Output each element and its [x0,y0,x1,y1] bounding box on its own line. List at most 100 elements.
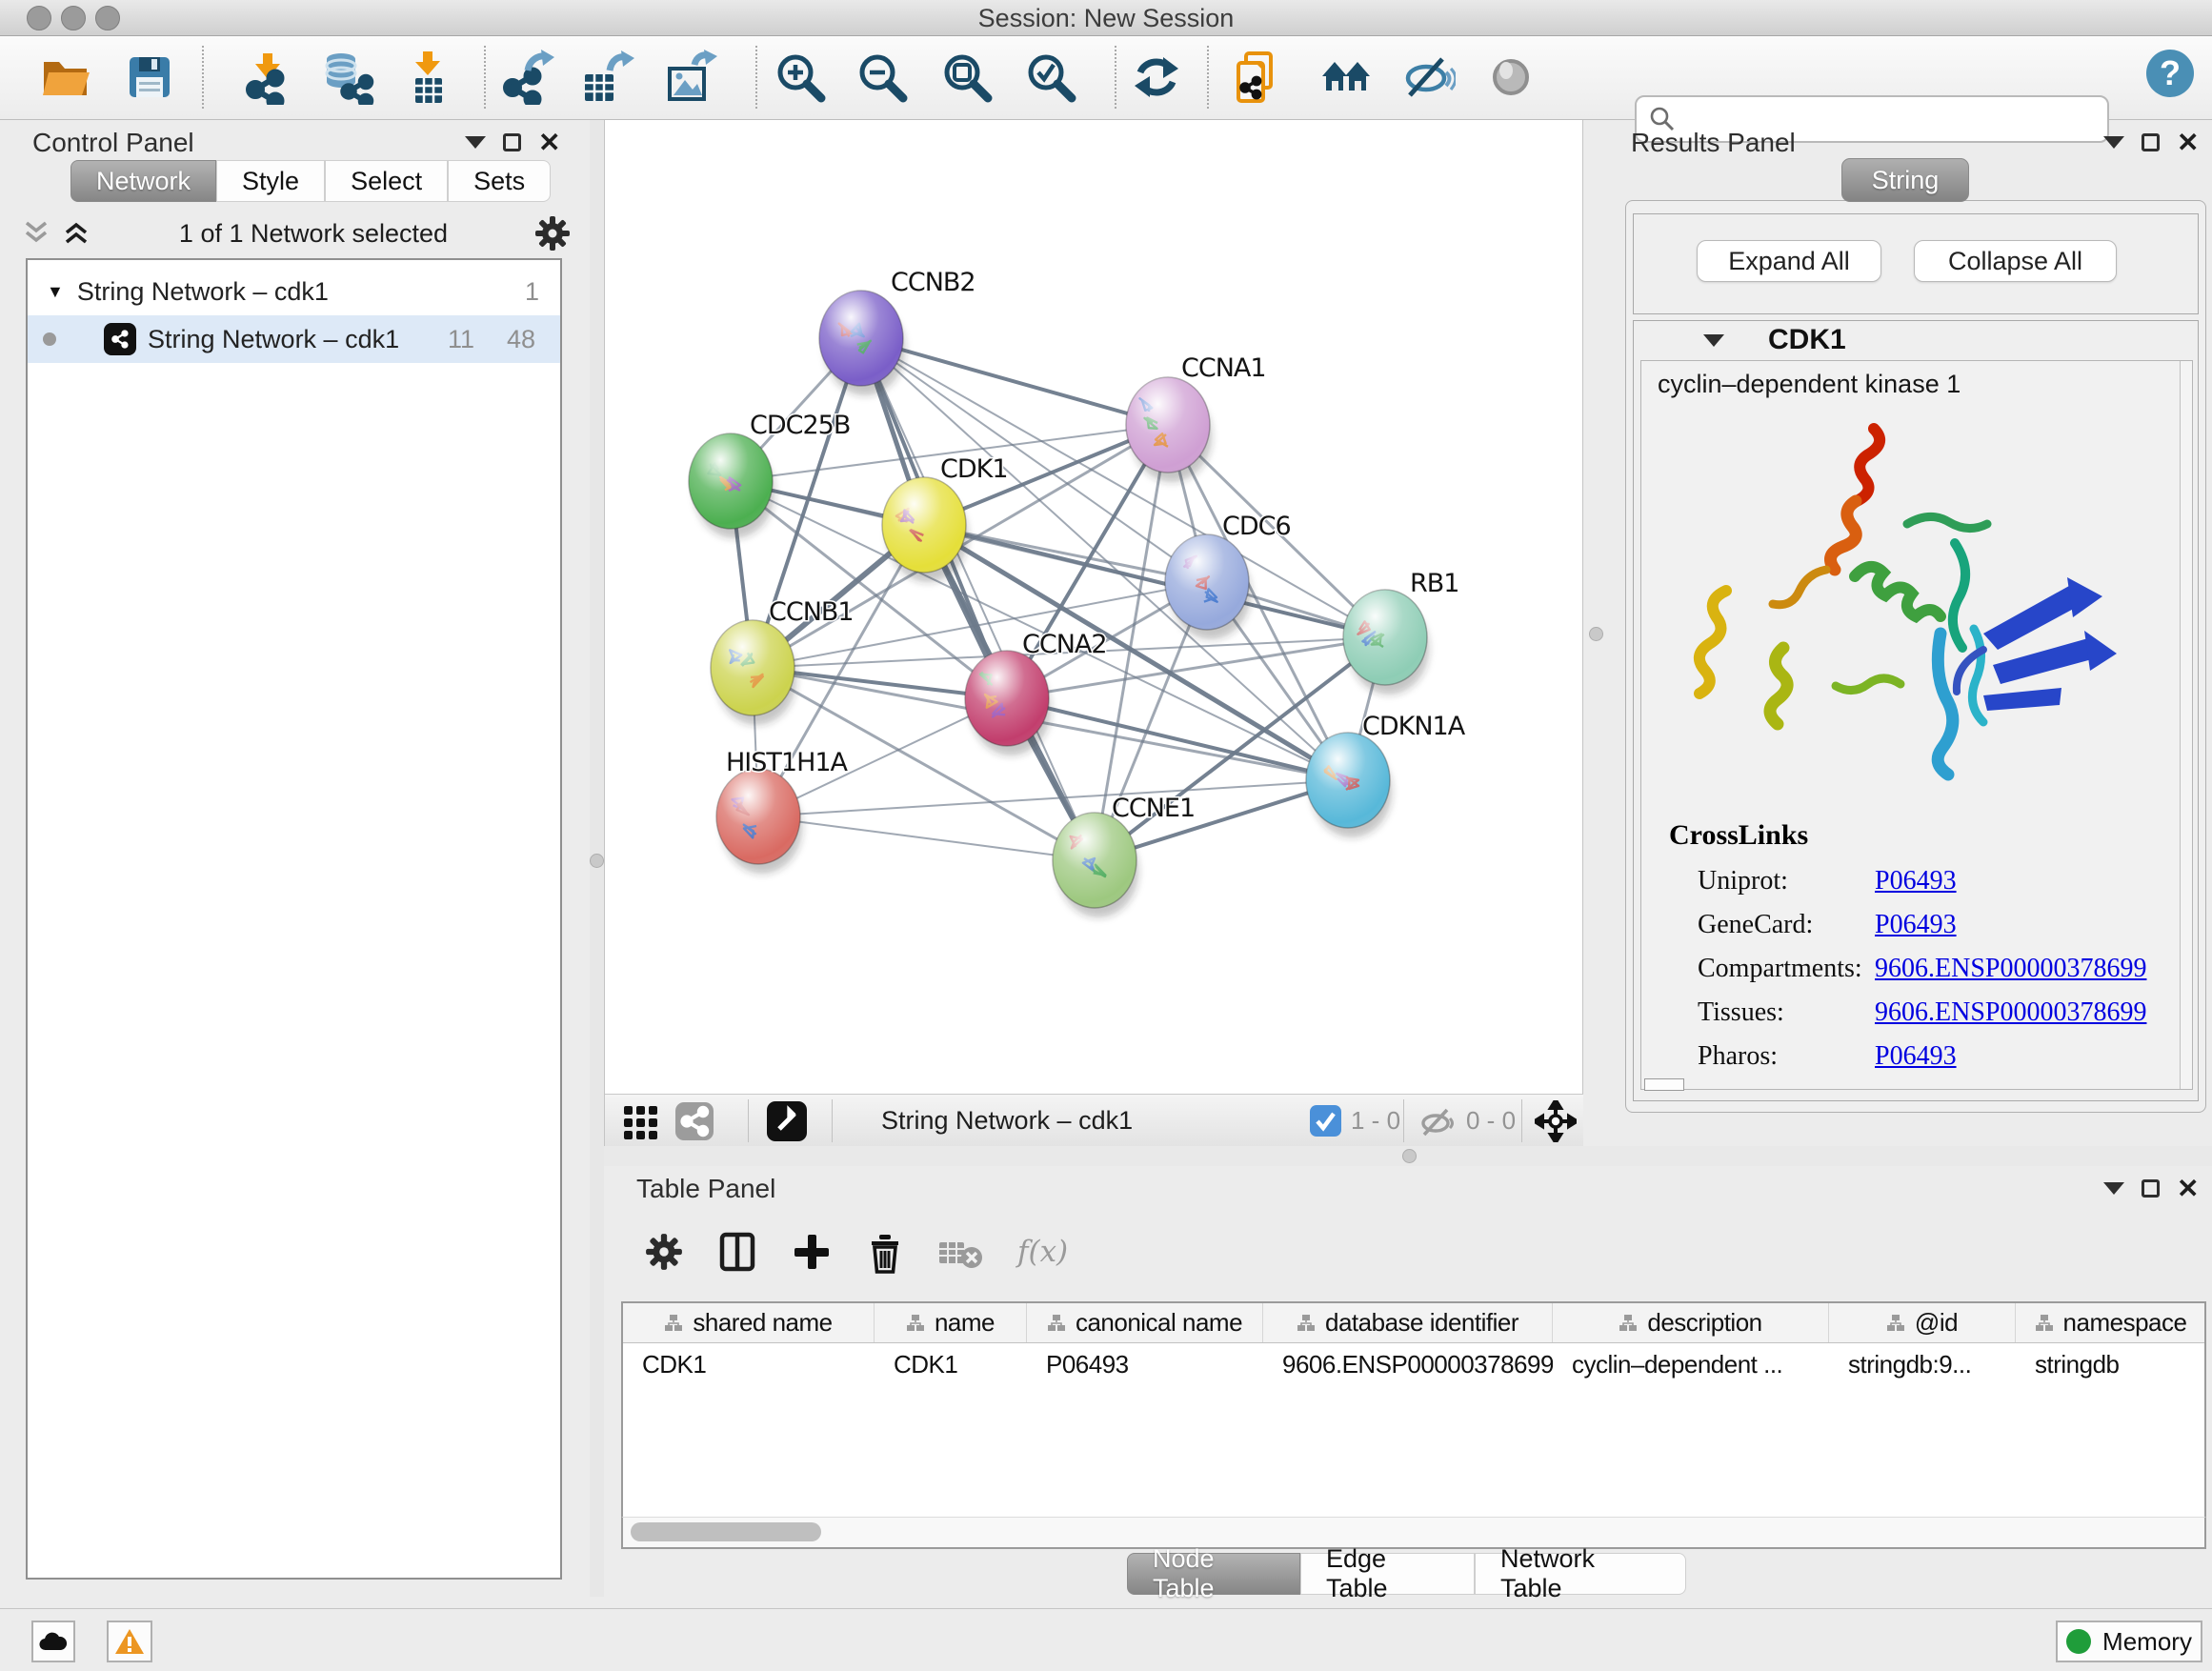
table-cell[interactable]: stringdb [2016,1343,2206,1385]
network-node-CDK1[interactable] [882,477,966,573]
network-node-CCNA1[interactable] [1126,377,1210,473]
right-splitter[interactable] [1583,120,1610,1146]
network-share-icon[interactable] [675,1101,714,1140]
network-view[interactable]: CCNB2CCNA1CDC25BCDK1CDC6RB1CCNB1CCNA2CDK… [604,120,1583,1146]
table-cell[interactable]: P06493 [1027,1343,1263,1385]
table-row[interactable]: CDK1CDK1P064939606.ENSP00000378699cyclin… [623,1343,2204,1385]
network-node-HIST1H1A[interactable] [716,769,800,864]
results-panel-menu-icon[interactable] [2103,136,2124,149]
table-cell[interactable]: cyclin–dependent ... [1553,1343,1829,1385]
table-hscrollbar-thumb[interactable] [631,1522,821,1541]
apply-function-icon[interactable]: f(x) [1017,1235,1068,1269]
table-panel-float-icon[interactable] [2142,1179,2160,1198]
show-columns-icon[interactable] [716,1231,758,1273]
tab-node-table[interactable]: Node Table [1127,1553,1300,1595]
right-splitter-handle[interactable] [1589,627,1603,641]
zoom-selected-icon[interactable] [1023,50,1078,105]
results-panel-close-icon[interactable]: ✕ [2177,133,2199,151]
expand-all-chevron-icon[interactable] [59,217,93,250]
column-header-description[interactable]: description [1553,1303,1829,1342]
network-node-CDC6[interactable] [1165,534,1249,630]
table-cell[interactable]: CDK1 [623,1343,875,1385]
crosslink-link[interactable]: 9606.ENSP00000378699 [1875,997,2146,1028]
column-header-database-identifier[interactable]: database identifier [1263,1303,1553,1342]
delete-column-trash-icon[interactable] [865,1230,905,1274]
grid-view-icon[interactable] [622,1101,660,1140]
create-column-plus-icon[interactable] [791,1231,833,1273]
network-node-CDKN1A[interactable] [1306,733,1390,828]
table-cell[interactable]: CDK1 [875,1343,1027,1385]
export-network-icon[interactable] [499,50,554,105]
crosslink-link[interactable]: 9606.ENSP00000378699 [1875,954,2146,984]
horizontal-splitter[interactable] [604,1146,2212,1166]
detach-view-icon[interactable] [767,1101,807,1140]
crosslink-link[interactable]: P06493 [1875,1041,1957,1072]
control-panel-menu-icon[interactable] [465,136,486,149]
network-collection-row[interactable]: ▼ String Network – cdk1 1 [28,268,560,315]
cloud-button[interactable] [31,1621,75,1662]
network-edge[interactable] [861,338,1095,860]
help-icon[interactable]: ? [2142,46,2198,101]
open-session-icon[interactable] [37,50,92,105]
export-image-icon[interactable] [662,50,717,105]
table-panel-close-icon[interactable]: ✕ [2177,1179,2199,1198]
warning-button[interactable] [107,1621,152,1662]
horizontal-splitter-handle[interactable] [1402,1149,1417,1163]
control-panel-float-icon[interactable] [503,133,521,151]
network-options-gear-icon[interactable] [533,214,572,252]
column-header--id[interactable]: @id [1829,1303,2016,1342]
network-canvas[interactable]: CCNB2CCNA1CDC25BCDK1CDC6RB1CCNB1CCNA2CDK… [605,127,1584,1094]
pan-crosshair-icon[interactable] [1535,1101,1577,1140]
network-edge[interactable] [758,816,1095,860]
crosslink-link[interactable]: P06493 [1875,910,1957,940]
tab-network[interactable]: Network [70,160,216,202]
import-network-file-icon[interactable] [240,50,295,105]
memory-button[interactable]: Memory [2056,1621,2202,1662]
network-edge[interactable] [861,338,1168,425]
delete-table-icon[interactable] [937,1233,985,1271]
crosslink-link[interactable]: P06493 [1875,866,1957,896]
results-mini-scrollbar[interactable] [1644,1078,1684,1091]
collection-expand-caret[interactable]: ▼ [47,282,64,302]
collapse-all-button[interactable]: Collapse All [1914,240,2117,282]
import-table-file-icon[interactable] [400,50,455,105]
table-panel-menu-icon[interactable] [2103,1182,2124,1195]
network-node-CDC25B[interactable] [689,433,773,529]
string-home-icon[interactable] [1318,50,1374,105]
expand-all-button[interactable]: Expand All [1697,240,1881,282]
export-table-icon[interactable] [579,50,634,105]
zoom-out-icon[interactable] [855,50,910,105]
column-header-shared-name[interactable]: shared name [623,1303,875,1342]
zoom-fit-icon[interactable] [939,50,995,105]
tab-network-table[interactable]: Network Table [1475,1553,1686,1595]
collapse-all-chevron-icon[interactable] [19,217,53,250]
left-splitter-handle[interactable] [590,854,604,868]
tab-select[interactable]: Select [325,160,448,202]
network-node-RB1[interactable] [1343,590,1427,685]
zoom-in-icon[interactable] [773,50,828,105]
network-node-CCNB2[interactable] [819,291,903,386]
column-header-namespace[interactable]: namespace [2016,1303,2206,1342]
gene-collapse-caret[interactable] [1703,334,1724,347]
network-node-CCNE1[interactable] [1053,813,1136,908]
hide-unhide-eye-icon[interactable] [1400,50,1456,105]
column-header-canonical-name[interactable]: canonical name [1027,1303,1263,1342]
tab-sets[interactable]: Sets [448,160,551,202]
control-panel-close-icon[interactable]: ✕ [538,133,560,151]
tab-style[interactable]: Style [216,160,325,202]
render-sphere-icon[interactable] [1483,50,1538,105]
table-cell[interactable]: 9606.ENSP00000378699 [1263,1343,1553,1385]
results-scrollbar[interactable] [2180,361,2192,1089]
results-tab-string[interactable]: String [1841,158,1969,202]
tab-edge-table[interactable]: Edge Table [1300,1553,1475,1595]
table-options-gear-icon[interactable] [644,1232,684,1272]
table-cell[interactable]: stringdb:9... [1829,1343,2016,1385]
save-session-icon[interactable] [122,50,177,105]
share-document-icon[interactable] [1231,50,1286,105]
network-node-CCNB1[interactable] [711,620,794,715]
hidden-eye-icon[interactable]: 0 - 0 [1418,1101,1516,1140]
results-panel-float-icon[interactable] [2142,133,2160,151]
network-node-CCNA2[interactable] [965,651,1049,746]
left-splitter[interactable] [590,120,604,1597]
refresh-icon[interactable] [1129,50,1184,105]
